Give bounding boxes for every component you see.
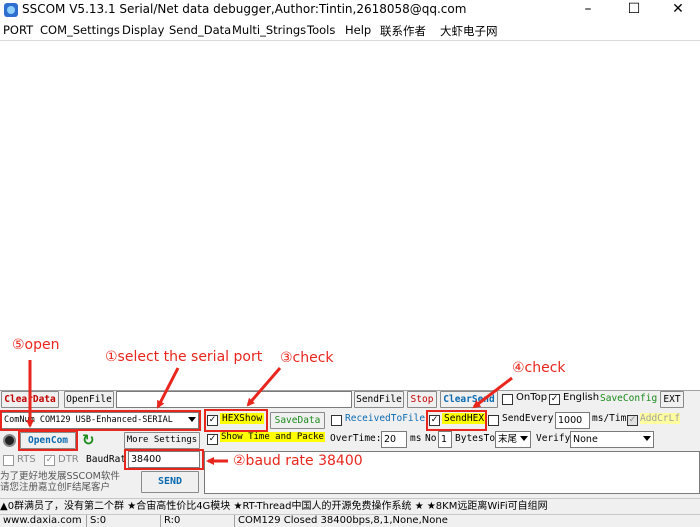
verify-value: None [573, 434, 598, 445]
received-to-file-label: ReceivedToFile [345, 413, 426, 424]
more-settings-button[interactable]: More Settings [124, 432, 200, 449]
verify-select[interactable]: None [570, 431, 654, 448]
send-every-label: SendEvery: [502, 413, 560, 424]
send-every-input[interactable]: 1000 [555, 412, 590, 429]
save-data-button[interactable]: SaveData [270, 412, 325, 429]
menu-multi-strings[interactable]: Multi_Strings [232, 23, 306, 37]
add-crlf-label: AddCrLf [640, 413, 681, 424]
ticker-bar[interactable]: ▲0群满员了，没有第二个群 ★合宙高性价比4G模块 ★RT-Thread中国人的… [0, 498, 700, 514]
status-port-state: COM129 Closed 38400bps,8,1,None,None [234, 515, 700, 527]
annotation-box-com-port [0, 410, 201, 431]
annotation-check3: ③check [280, 350, 334, 366]
menu-send-data[interactable]: Send_Data [169, 23, 231, 37]
overtime-label: OverTime: [330, 433, 382, 444]
open-file-button[interactable]: OpenFile [64, 391, 114, 408]
rts-label: RTS [17, 454, 36, 465]
annotation-select-port: ①select the serial port [105, 349, 263, 365]
verify-label: Verify [536, 433, 571, 444]
receive-area[interactable] [0, 40, 700, 390]
status-site[interactable]: www.daxia.com [0, 515, 86, 527]
ext-button[interactable]: EXT [660, 391, 684, 408]
english-checkbox[interactable]: ✓ [549, 394, 560, 405]
annotation-box-send-hex [426, 410, 487, 431]
menu-display[interactable]: Display [122, 23, 164, 37]
baud-rate-label: BaudRat [86, 454, 127, 465]
title-bar: SSCOM V5.13.1 Serial/Net data debugger,A… [0, 0, 700, 20]
chevron-down-icon [643, 436, 651, 441]
send-button[interactable]: SEND [141, 471, 199, 493]
ms-tim-label: ms/Tim [592, 413, 627, 424]
menu-contact-author[interactable]: 联系作者 [380, 23, 426, 39]
english-label: English [563, 392, 600, 403]
ms-label: ms [410, 433, 422, 444]
add-crlf-checkbox[interactable]: ✓ [627, 415, 638, 426]
menu-tools[interactable]: Tools [307, 23, 335, 37]
send-file-button[interactable]: SendFile [354, 391, 404, 408]
file-path-input[interactable] [116, 391, 352, 408]
received-to-file-checkbox[interactable] [331, 415, 342, 426]
menu-daxia-site[interactable]: 大虾电子网 [440, 23, 498, 39]
annotation-box-open-com [18, 430, 78, 451]
close-button[interactable]: ✕ [656, 0, 700, 20]
on-top-checkbox[interactable] [502, 394, 513, 405]
app-icon [4, 3, 18, 17]
refresh-icon[interactable]: ↻ [82, 432, 98, 448]
maximize-button[interactable]: ☐ [612, 0, 656, 20]
overtime-input[interactable]: 20 [381, 431, 407, 448]
bytes-to-label: BytesTo [455, 433, 496, 444]
clear-data-button[interactable]: ClearData [1, 391, 59, 408]
menu-help[interactable]: Help [345, 23, 371, 37]
save-config-button[interactable]: SaveConfig [600, 393, 657, 404]
clear-send-button[interactable]: ClearSend [440, 391, 498, 408]
stop-button[interactable]: Stop [407, 391, 437, 408]
chevron-down-icon [520, 436, 528, 441]
dtr-checkbox[interactable]: ✓ [44, 455, 55, 466]
menu-bar: PORT COM_Settings Display Send_Data Mult… [0, 20, 700, 40]
annotation-check4: ④check [512, 360, 566, 376]
status-received-count: R:0 [160, 515, 234, 527]
annotation-box-baud-rate [124, 449, 204, 470]
on-top-label: OnTop [516, 392, 548, 403]
annotation-open: ⑤open [12, 337, 60, 353]
annotation-baud-rate: ②baud rate 38400 [233, 453, 363, 469]
promo-text[interactable]: 为了更好地发展SSCOM软件 请您注册嘉立创F结尾客户 [0, 471, 136, 493]
tail-select[interactable]: 末尾 [495, 431, 531, 448]
window-title: SSCOM V5.13.1 Serial/Net data debugger,A… [22, 2, 467, 16]
tail-value: 末尾 [498, 434, 518, 445]
dtr-label: DTR [58, 454, 79, 465]
port-status-indicator [3, 434, 16, 447]
status-sent-count: S:0 [86, 515, 160, 527]
no-label: No [425, 433, 437, 444]
show-time-checkbox[interactable]: ✓ [207, 434, 218, 445]
rts-checkbox[interactable] [3, 455, 14, 466]
send-every-checkbox[interactable] [488, 415, 499, 426]
status-bar: www.daxia.com S:0 R:0 COM129 Closed 3840… [0, 514, 700, 527]
annotation-box-hex-show [204, 409, 268, 432]
minimize-button[interactable]: – [566, 0, 610, 20]
menu-port[interactable]: PORT [3, 23, 33, 37]
no-input[interactable]: 1 [438, 431, 452, 448]
menu-com-settings[interactable]: COM_Settings [40, 23, 120, 37]
show-time-label: Show Time and Packe [220, 432, 325, 442]
